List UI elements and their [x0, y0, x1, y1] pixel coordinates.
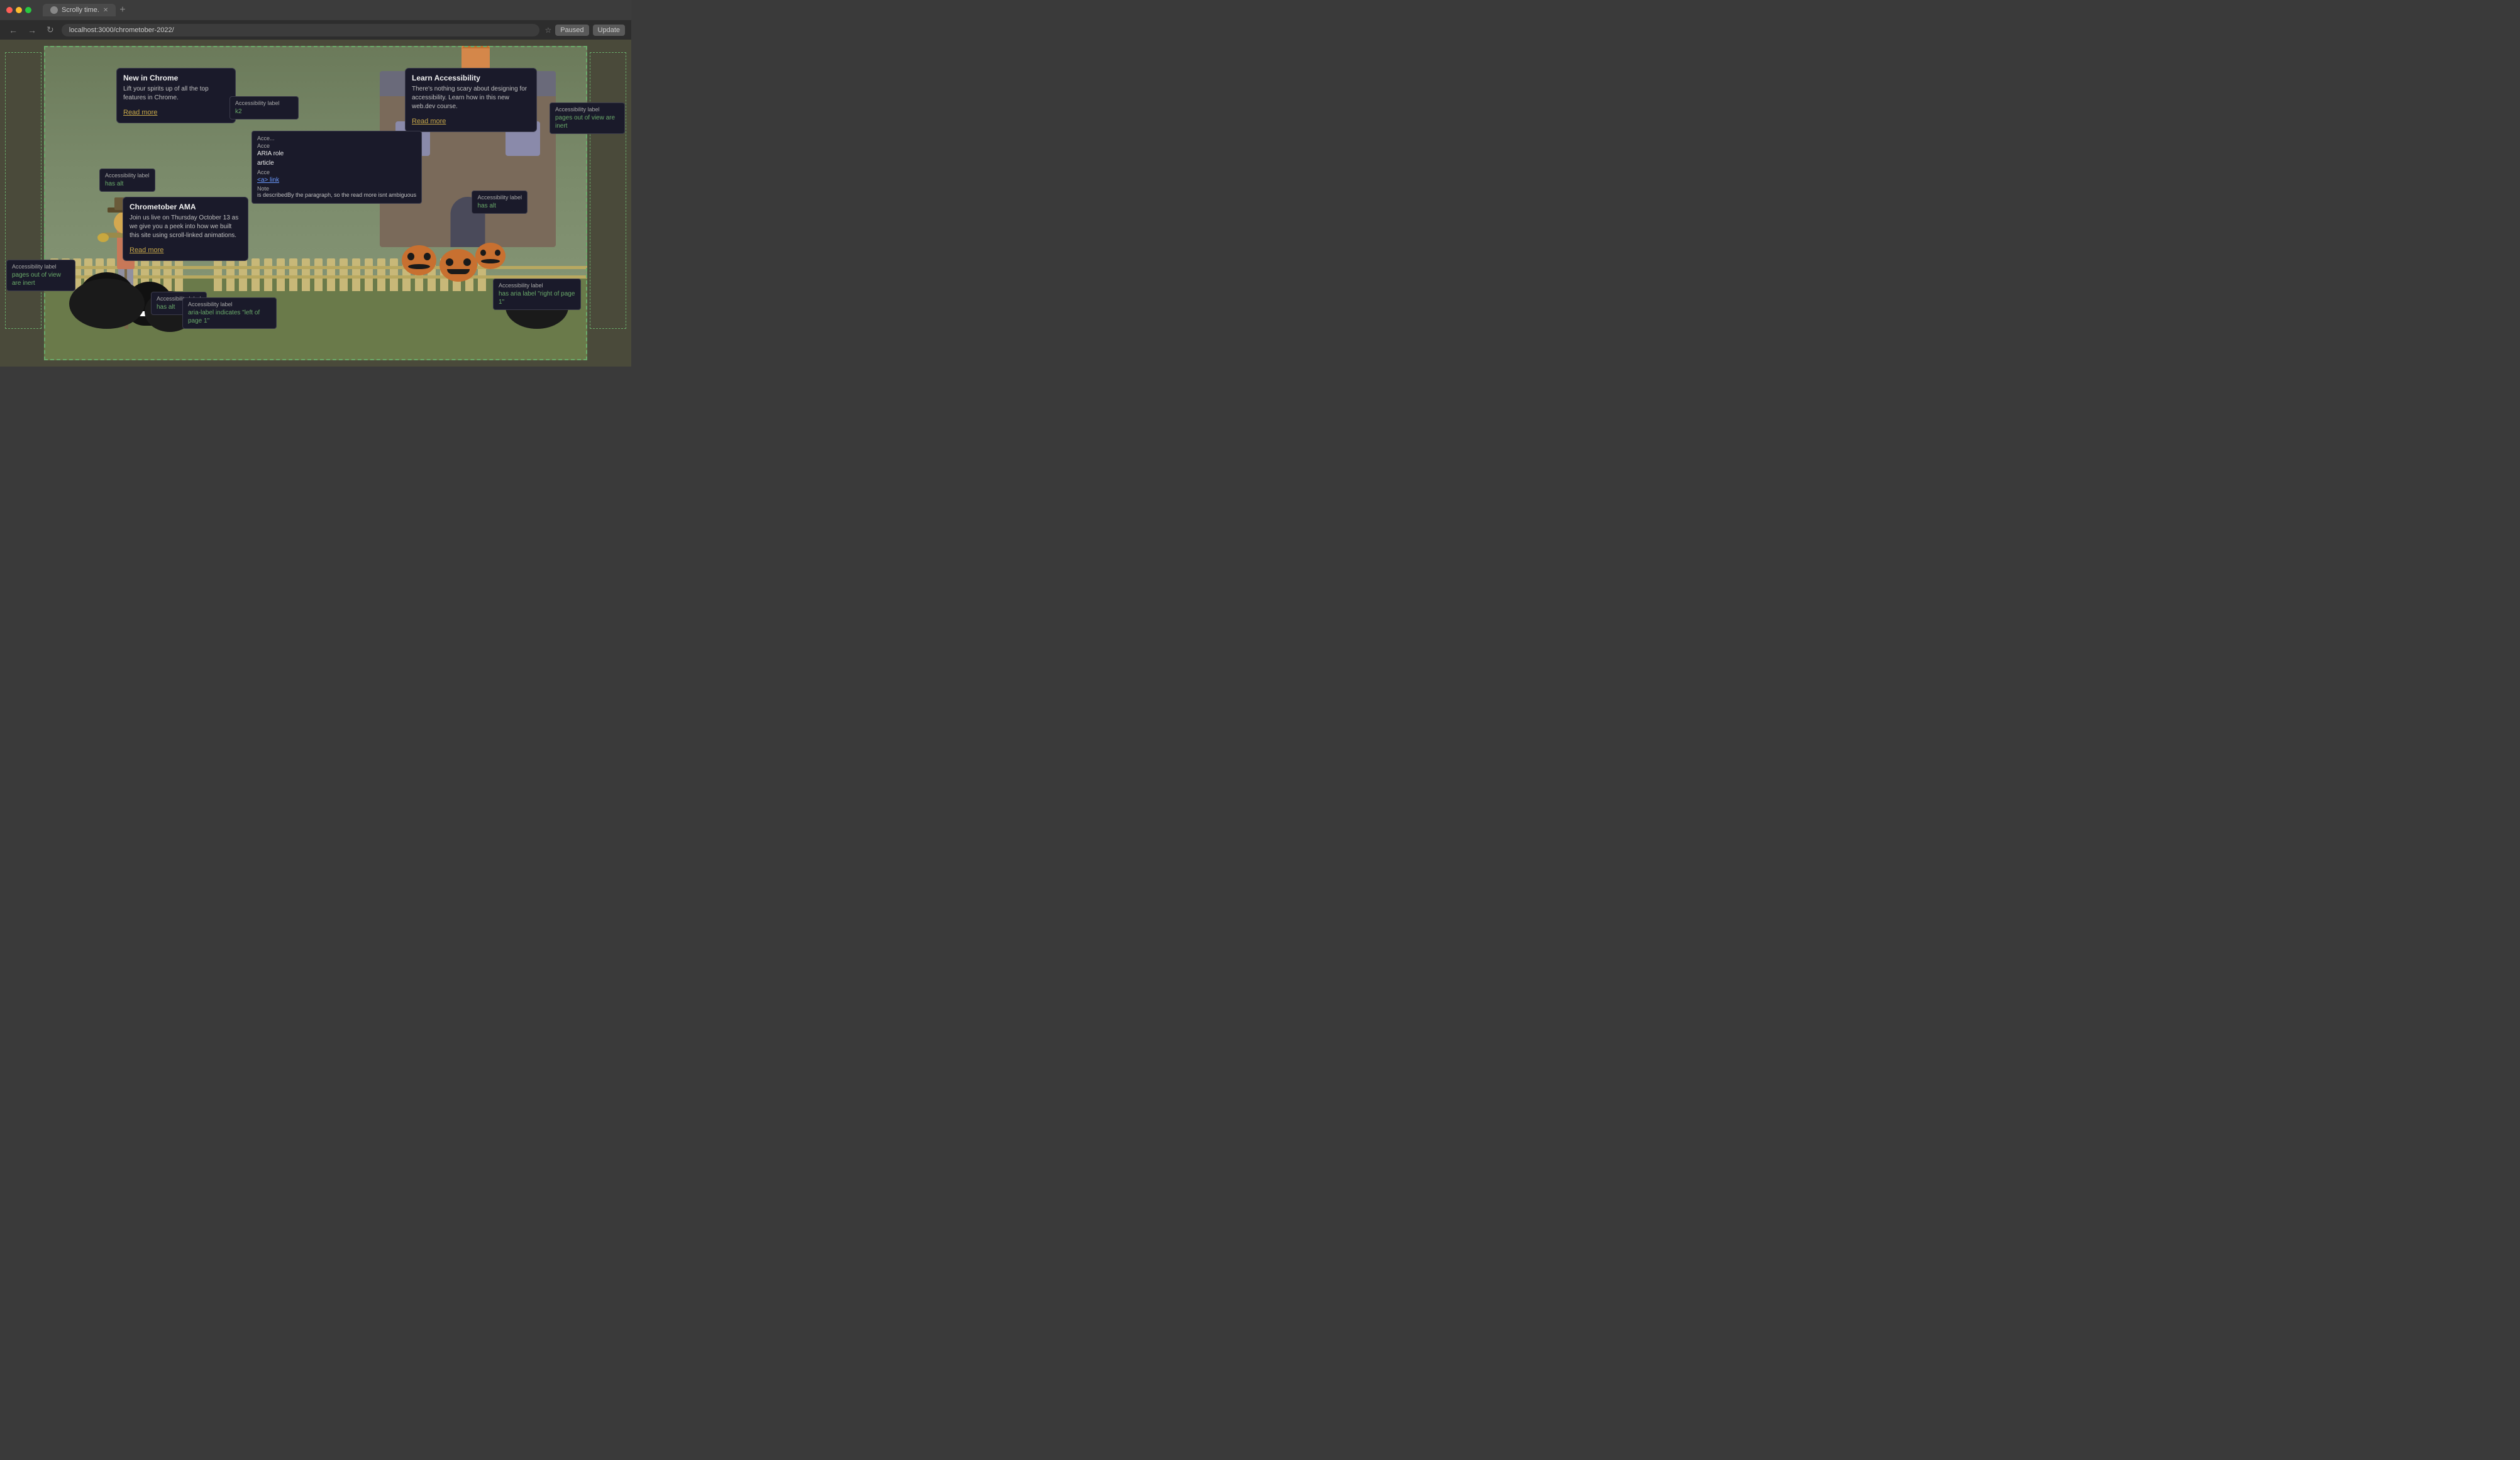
acc-label-right-page-value: has aria label "right of page 1" [499, 290, 575, 306]
pumpkin-3 [475, 243, 506, 269]
browser-toolbar: ← → ↻ localhost:3000/chrometober-2022/ ☆… [0, 20, 631, 40]
acc-label-left-page-value: aria-label indicates "left of page 1" [188, 309, 271, 325]
forward-button[interactable]: → [25, 24, 39, 36]
url-text: localhost:3000/chrometober-2022/ [69, 26, 174, 34]
acc-label-outer-right: Accessibility label pages out of view ar… [550, 102, 625, 134]
pumpkin-1 [439, 249, 477, 282]
address-bar[interactable]: localhost:3000/chrometober-2022/ [62, 24, 540, 36]
acc-label-left-page: Accessibility label aria-label indicates… [182, 297, 277, 329]
aria-popup-acce-element: Acce [257, 169, 416, 175]
new-in-chrome-read-more[interactable]: Read more [123, 109, 157, 116]
dark-bush-left [69, 279, 145, 329]
acc-label-scarecrow: Accessibility label has alt [99, 169, 155, 192]
new-in-chrome-title: New in Chrome [123, 74, 229, 82]
aria-note-text: is describedBy the paragraph, so the rea… [257, 192, 416, 199]
browser-titlebar: Scrolly time. ✕ + [0, 0, 631, 20]
learn-accessibility-body: There's nothing scary about designing fo… [412, 85, 530, 111]
reload-button[interactable]: ↻ [44, 23, 57, 36]
paused-button[interactable]: Paused [555, 25, 589, 36]
close-button[interactable] [6, 7, 13, 13]
tab-bar: Scrolly time. ✕ + [43, 4, 625, 16]
browser-chrome: Scrolly time. ✕ + ← → ↻ localhost:3000/c… [0, 0, 631, 40]
acc-label-outer-left-title: Accessibility label [12, 263, 70, 270]
acc-label-pumpkins-title: Accessibility label [477, 194, 522, 201]
active-tab[interactable]: Scrolly time. ✕ [43, 4, 116, 16]
browser-actions: ☆ Paused Update [544, 25, 625, 36]
acc-label-outer-right-value: pages out of view are inert [555, 114, 619, 130]
acc-label-article-top-value: k2 [235, 108, 293, 116]
acc-label-outer-right-title: Accessibility label [555, 106, 619, 113]
acc-label-article-top: Accessibility label k2 [229, 96, 299, 119]
back-button[interactable]: ← [6, 24, 20, 36]
acc-label-scarecrow-title: Accessibility label [105, 172, 150, 179]
learn-accessibility-title: Learn Accessibility [412, 74, 530, 82]
update-button[interactable]: Update [593, 25, 625, 36]
learn-accessibility-read-more[interactable]: Read more [412, 118, 446, 125]
aria-popup: Acce... Acce ARIA role article Acce <a> … [251, 131, 422, 204]
chrometober-ama-body: Join us live on Thursday October 13 as w… [130, 214, 241, 240]
aria-role-title: ARIA role [257, 150, 416, 157]
right-region-outline [590, 52, 626, 329]
acc-label-article-top-title: Accessibility label [235, 100, 293, 106]
aria-role-value: article [257, 160, 416, 167]
acc-label-outer-left-value: pages out of view are inert [12, 271, 70, 287]
minimize-button[interactable] [16, 7, 22, 13]
new-in-chrome-card: New in Chrome Lift your spirits up of al… [116, 68, 236, 123]
new-tab-button[interactable]: + [116, 4, 129, 16]
acc-label-left-page-title: Accessibility label [188, 301, 271, 307]
chrometober-ama-title: Chrometober AMA [130, 202, 241, 211]
acc-label-pumpkins: Accessibility label has alt [472, 191, 528, 214]
acc-label-pumpkins-value: has alt [477, 202, 522, 210]
acc-label-right-page-title: Accessibility label [499, 282, 575, 289]
aria-popup-acc-row: Acce [257, 143, 416, 149]
aria-popup-link-value[interactable]: <a> link [257, 177, 416, 184]
maximize-button[interactable] [25, 7, 31, 13]
pumpkin-2 [402, 245, 436, 275]
tab-favicon [50, 6, 58, 14]
acc-label-right-page: Accessibility label has aria label "righ… [493, 279, 581, 310]
aria-popup-acc-label-title: Acce... [257, 135, 416, 141]
learn-accessibility-card: Learn Accessibility There's nothing scar… [405, 68, 537, 132]
acc-label-scarecrow-value: has alt [105, 180, 150, 188]
aria-note-title: Note [257, 185, 416, 192]
new-in-chrome-body: Lift your spirits up of all the top feat… [123, 85, 229, 102]
traffic-lights [6, 7, 31, 13]
close-tab-button[interactable]: ✕ [103, 7, 108, 14]
content-area: New in Chrome Lift your spirits up of al… [0, 40, 631, 367]
tab-title: Scrolly time. [62, 6, 99, 14]
acc-label-outer-left: Accessibility label pages out of view ar… [6, 260, 75, 291]
scene: New in Chrome Lift your spirits up of al… [44, 46, 587, 360]
tower-top [461, 46, 490, 48]
chrometober-ama-read-more[interactable]: Read more [130, 246, 163, 254]
chrometober-ama-card: Chrometober AMA Join us live on Thursday… [123, 197, 248, 261]
bookmark-icon[interactable]: ☆ [544, 26, 551, 35]
